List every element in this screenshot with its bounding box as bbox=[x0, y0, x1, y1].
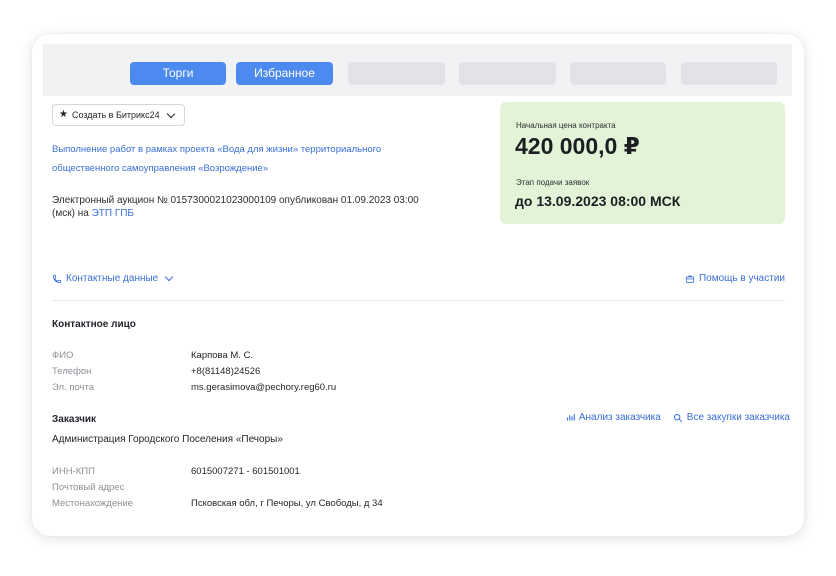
customer-purchases-label: Все закупки заказчика bbox=[686, 412, 790, 423]
tender-card: Торги Избранное ★ Создать в Битрикс24 Вы… bbox=[32, 34, 804, 536]
location-value: Псковская обл, г Печоры, ул Свободы, д 3… bbox=[191, 498, 383, 509]
price-box: Начальная цена контракта 420 000,0 ₽ Эта… bbox=[500, 102, 785, 224]
customer-analysis-label: Анализ заказчика bbox=[578, 412, 661, 423]
search-icon bbox=[673, 413, 683, 423]
chevron-down-icon bbox=[165, 272, 174, 282]
create-in-bitrix-button[interactable]: ★ Создать в Битрикс24 bbox=[52, 104, 185, 126]
customer-purchases-link[interactable]: Все закупки заказчика bbox=[673, 412, 790, 423]
inn-kpp-label: ИНН-КПП bbox=[52, 466, 95, 477]
customer-links: Анализ заказчика Все закупки заказчика bbox=[566, 412, 790, 423]
star-icon: ★ bbox=[59, 109, 68, 120]
divider bbox=[52, 300, 785, 301]
contacts-toggle[interactable]: Контактные данные bbox=[52, 272, 174, 284]
help-participation-link[interactable]: Помощь в участии bbox=[685, 273, 785, 284]
tab-placeholder-1[interactable] bbox=[348, 62, 445, 85]
bar-chart-icon bbox=[566, 413, 575, 422]
stage-value: до 13.09.2023 08:00 МСК bbox=[515, 193, 681, 209]
email-value: ms.gerasimova@pechory.reg60.ru bbox=[191, 382, 337, 393]
contacts-toggle-label: Контактные данные bbox=[66, 273, 159, 284]
customer-title: Заказчик bbox=[52, 414, 97, 425]
tab-placeholder-3[interactable] bbox=[570, 62, 666, 85]
help-participation-label: Помощь в участии bbox=[698, 273, 785, 284]
price-value: 420 000,0 ₽ bbox=[515, 133, 640, 159]
tab-placeholder-2[interactable] bbox=[459, 62, 556, 85]
customer-analysis-link[interactable]: Анализ заказчика bbox=[566, 412, 661, 423]
email-label: Эл. почта bbox=[52, 382, 95, 393]
tab-placeholder-4[interactable] bbox=[681, 62, 777, 85]
inn-kpp-value: 6015007271 - 601501001 bbox=[191, 466, 300, 477]
briefcase-icon bbox=[685, 274, 695, 284]
stage-label: Этап подачи заявок bbox=[516, 178, 590, 187]
phone-label: Телефон bbox=[52, 366, 92, 377]
phone-icon bbox=[52, 274, 62, 284]
platform-link[interactable]: ЭТП ГПБ bbox=[92, 208, 134, 219]
lot-title-link[interactable]: Выполнение работ в рамках проекта «Вода … bbox=[52, 140, 432, 178]
tab-torgi[interactable]: Торги bbox=[130, 62, 226, 85]
chevron-down-icon bbox=[166, 109, 175, 118]
phone-value: +8(81148)24526 bbox=[191, 366, 261, 377]
fio-label: ФИО bbox=[52, 350, 74, 361]
tab-bar: Торги Избранное bbox=[43, 44, 792, 96]
customer-name: Администрация Городского Поселения «Печо… bbox=[52, 434, 283, 445]
tab-favorites[interactable]: Избранное bbox=[236, 62, 333, 85]
postal-address-label: Почтовый адрес bbox=[52, 482, 125, 493]
contact-person-title: Контактное лицо bbox=[52, 319, 136, 330]
create-in-bitrix-label: Создать в Битрикс24 bbox=[71, 110, 160, 120]
auction-info: Электронный аукцион № 015730002102300010… bbox=[52, 194, 422, 220]
location-label: Местонахождение bbox=[52, 498, 133, 509]
fio-value: Карпова М. С. bbox=[191, 350, 254, 361]
price-label: Начальная цена контракта bbox=[516, 121, 616, 130]
